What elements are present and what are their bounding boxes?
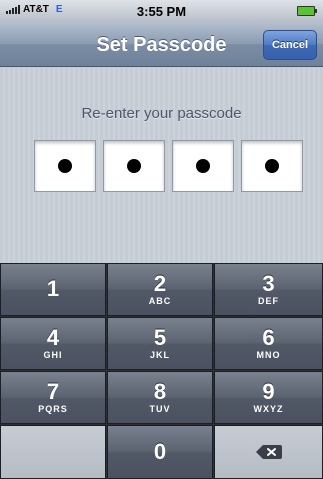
key-digit: 7: [46, 379, 60, 404]
passcode-dot: [127, 159, 141, 173]
passcode-digit-field: [34, 140, 96, 192]
key-3[interactable]: 3 DEF: [214, 263, 323, 316]
passcode-prompt: Re-enter your passcode: [81, 105, 242, 122]
key-6[interactable]: 6 MNO: [214, 317, 323, 370]
backspace-icon: [255, 445, 282, 459]
key-digit: 8: [153, 379, 167, 404]
key-digit: 4: [46, 325, 60, 350]
status-bar: AT&T E 3:55 PM: [0, 0, 323, 22]
battery-icon: [297, 6, 317, 16]
key-7[interactable]: 7 PQRS: [0, 371, 106, 424]
key-letters: ABC: [148, 296, 172, 306]
key-blank: [0, 425, 106, 479]
key-letters: GHI: [43, 350, 63, 360]
passcode-dot: [58, 159, 72, 173]
delete-key[interactable]: [214, 425, 323, 479]
key-digit: 5: [153, 325, 167, 350]
key-digit: 6: [262, 325, 275, 350]
key-9[interactable]: 9 WXYZ: [214, 371, 323, 424]
key-5[interactable]: 5 JKL: [107, 317, 213, 370]
navigation-bar: Set Passcode Cancel: [0, 22, 323, 67]
key-digit: 0: [153, 439, 167, 464]
status-time: 3:55 PM: [136, 4, 187, 19]
key-letters: DEF: [258, 296, 279, 306]
key-digit: 1: [46, 276, 60, 301]
key-8[interactable]: 8 TUV: [107, 371, 213, 424]
screen: AT&T E 3:55 PM Set Passcode Cancel Re-en…: [0, 0, 323, 479]
key-0[interactable]: 0: [107, 425, 213, 479]
key-letters: TUV: [149, 404, 171, 414]
number-keypad: 1 2 ABC 3 DEF 4 GHI 5 JKL 6 MNO 7 PQRS 8: [0, 263, 323, 479]
key-letters: WXYZ: [253, 404, 284, 414]
passcode-panel: Re-enter your passcode: [0, 67, 323, 263]
passcode-dot: [196, 159, 210, 173]
key-digit: 9: [262, 379, 275, 404]
cancel-button[interactable]: Cancel: [263, 30, 317, 60]
passcode-digit-field: [241, 140, 303, 192]
passcode-digit-field: [172, 140, 234, 192]
key-letters: JKL: [149, 350, 170, 360]
key-2[interactable]: 2 ABC: [107, 263, 213, 316]
passcode-fields: [34, 140, 303, 192]
key-digit: 2: [153, 271, 167, 296]
key-letters: PQRS: [38, 404, 68, 414]
passcode-dot: [265, 159, 279, 173]
key-1[interactable]: 1: [0, 263, 106, 316]
key-digit: 3: [262, 271, 275, 296]
key-letters: MNO: [256, 350, 281, 360]
passcode-digit-field: [103, 140, 165, 192]
key-4[interactable]: 4 GHI: [0, 317, 106, 370]
